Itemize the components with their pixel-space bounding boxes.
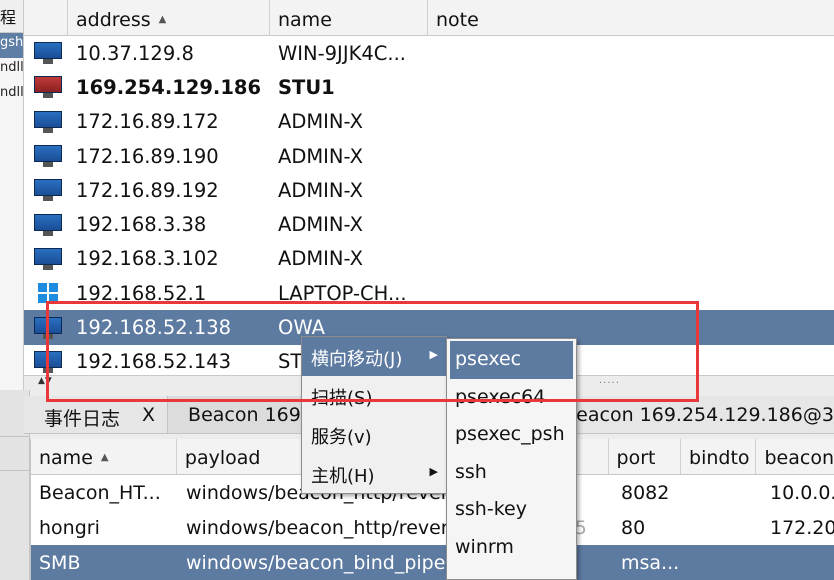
monitor-icon bbox=[34, 110, 62, 133]
left-panel: 程 gshe ndll: ndll: bbox=[0, 0, 24, 390]
target-address: 10.37.129.8 bbox=[76, 41, 194, 65]
left-panel-row[interactable]: ndll: bbox=[0, 58, 23, 83]
target-address: 172.16.89.172 bbox=[76, 110, 219, 134]
compromised-monitor-icon bbox=[34, 76, 62, 99]
submenu-item-winrm[interactable]: winrm bbox=[447, 529, 576, 567]
context-menu: 横向移动(J) ▶ 扫描(S) 服务(v) 主机(H) ▶ bbox=[301, 336, 447, 494]
left-panel-row[interactable]: gshe bbox=[0, 33, 23, 58]
left-panel-row[interactable]: ndll: bbox=[0, 83, 23, 108]
note-column-header[interactable]: note bbox=[428, 0, 834, 35]
left-panel-header: 程 bbox=[0, 0, 23, 33]
target-name: ADMIN-X bbox=[278, 213, 363, 237]
monitor-icon bbox=[34, 247, 62, 270]
target-name: ADMIN-X bbox=[278, 178, 363, 202]
monitor-icon bbox=[34, 350, 62, 373]
port-column-header[interactable]: port bbox=[609, 439, 682, 474]
target-row[interactable]: 192.168.52.1 LAPTOP-CH... bbox=[24, 276, 834, 310]
targets-table: address ▲ name note 10.37.129.8 WIN-9JJK4… bbox=[24, 0, 834, 375]
target-address: 192.168.52.1 bbox=[76, 281, 207, 305]
icon-column-header[interactable] bbox=[24, 0, 68, 35]
target-row[interactable]: 10.37.129.8 WIN-9JJK4C... bbox=[24, 36, 834, 70]
submenu-item-psexec[interactable]: psexec bbox=[450, 341, 573, 379]
monitor-icon bbox=[34, 42, 62, 65]
menu-item-services[interactable]: 服务(v) bbox=[302, 415, 446, 454]
target-row[interactable]: 172.16.89.190 ADMIN-X bbox=[24, 139, 834, 173]
target-name: ADMIN-X bbox=[278, 110, 363, 134]
target-address: 192.168.52.138 bbox=[76, 316, 232, 340]
target-row[interactable]: 192.168.3.102 ADMIN-X bbox=[24, 242, 834, 276]
target-name: STU1 bbox=[278, 75, 335, 99]
tab-beacon-3[interactable]: Beacon 169.254.129.186@3 bbox=[543, 396, 834, 433]
target-address: 192.168.3.102 bbox=[76, 247, 219, 271]
target-row[interactable]: 192.168.3.38 ADMIN-X bbox=[24, 207, 834, 241]
bindto-column-header[interactable]: bindto bbox=[681, 439, 757, 474]
windows-icon bbox=[38, 283, 58, 304]
target-row[interactable]: 172.16.89.192 ADMIN-X bbox=[24, 173, 834, 207]
sort-ascending-icon: ▲ bbox=[100, 452, 109, 463]
listener-row[interactable]: hongri windows/beacon_http/rever... 172.… bbox=[31, 510, 834, 545]
sort-ascending-icon: ▲ bbox=[158, 14, 167, 25]
address-column-header[interactable]: address ▲ bbox=[68, 0, 270, 35]
name-column-header[interactable]: name ▲ bbox=[31, 439, 177, 474]
submenu-arrow-icon: ▶ bbox=[429, 465, 438, 478]
submenu-item-ssh[interactable]: ssh bbox=[447, 454, 576, 492]
submenu-item-psexec64[interactable]: psexec64 bbox=[447, 379, 576, 417]
target-row[interactable]: 169.254.129.186 STU1 bbox=[24, 70, 834, 104]
listener-row-selected[interactable]: SMB windows/beacon_bind_pipe msa... bbox=[31, 545, 834, 580]
target-address: 192.168.52.143 bbox=[76, 350, 232, 374]
submenu-item-ssh-key[interactable]: ssh-key bbox=[447, 491, 576, 529]
tab-event-log[interactable]: 事件日志 X bbox=[24, 396, 169, 433]
monitor-icon bbox=[34, 145, 62, 168]
splitter-grip-icon[interactable]: ····· bbox=[599, 378, 620, 389]
target-name: ADMIN-X bbox=[278, 247, 363, 271]
name-column-header[interactable]: name bbox=[270, 0, 428, 35]
target-address: 172.16.89.190 bbox=[76, 144, 219, 168]
target-address: 192.168.3.38 bbox=[76, 213, 207, 237]
monitor-icon bbox=[34, 316, 62, 339]
submenu-arrow-icon: ▶ bbox=[429, 348, 438, 361]
target-address: 172.16.89.192 bbox=[76, 178, 219, 202]
monitor-icon bbox=[34, 213, 62, 236]
submenu-item-psexec-psh[interactable]: psexec_psh bbox=[447, 416, 576, 454]
target-name: WIN-9JJK4C... bbox=[278, 41, 406, 65]
menu-item-lateral-movement[interactable]: 横向移动(J) ▶ bbox=[302, 337, 446, 376]
target-address: 169.254.129.186 bbox=[76, 75, 262, 99]
target-name: LAPTOP-CH... bbox=[278, 281, 407, 305]
target-name: ADMIN-X bbox=[278, 144, 363, 168]
monitor-icon bbox=[34, 179, 62, 202]
close-tab-icon[interactable]: X bbox=[142, 404, 155, 433]
lateral-movement-submenu: psexec psexec64 psexec_psh ssh ssh-key w… bbox=[446, 338, 577, 580]
menu-item-host[interactable]: 主机(H) ▶ bbox=[302, 454, 446, 493]
targets-table-header: address ▲ name note bbox=[24, 0, 834, 36]
splitter-arrows-icon[interactable]: ▲▼ bbox=[38, 376, 52, 386]
menu-item-scan[interactable]: 扫描(S) bbox=[302, 376, 446, 415]
beacon-column-header[interactable]: beacon bbox=[756, 439, 834, 474]
target-row[interactable]: 172.16.89.172 ADMIN-X bbox=[24, 105, 834, 139]
